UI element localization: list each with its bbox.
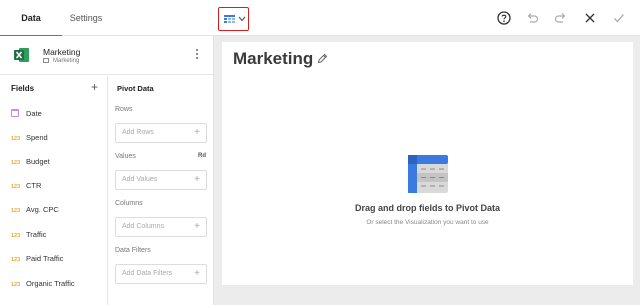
fields-title: Fields	[11, 84, 35, 93]
data-filters-label: Data Filters	[115, 247, 151, 254]
datasource-header[interactable]: Marketing Marketing	[0, 36, 213, 75]
close-icon[interactable]	[583, 11, 597, 25]
undo-icon[interactable]	[525, 11, 539, 25]
number-type-icon: 123	[11, 208, 21, 214]
field-item-spend[interactable]: 123 Spend	[11, 131, 103, 145]
datasource-sheet: Marketing	[43, 58, 79, 64]
number-type-icon: 123	[11, 282, 21, 288]
plus-icon: +	[194, 221, 200, 232]
add-values-dropzone[interactable]: Add Values +	[115, 170, 207, 190]
chevron-down-icon	[238, 16, 246, 22]
visualization-picker-button[interactable]	[218, 7, 249, 31]
pencil-icon[interactable]	[317, 53, 328, 64]
empty-state-title: Drag and drop fields to Pivot Data	[354, 203, 500, 213]
add-columns-dropzone[interactable]: Add Columns +	[115, 217, 207, 237]
values-badge[interactable]: Rd	[198, 153, 206, 159]
plus-icon: +	[194, 174, 200, 185]
top-toolbar: Data Settings	[0, 0, 640, 37]
plus-icon: +	[194, 127, 200, 138]
field-item-date[interactable]: Date	[11, 107, 103, 121]
field-item-avg-cpc[interactable]: 123 Avg. CPC	[11, 203, 103, 217]
redo-icon[interactable]	[554, 11, 568, 25]
rows-label: Rows	[115, 106, 133, 113]
sheet-icon	[43, 58, 49, 63]
data-sidebar: Marketing Marketing Fields + Date 123 Spe…	[0, 36, 214, 305]
pivot-table-icon	[408, 155, 448, 193]
values-label: Values	[115, 153, 136, 160]
datasource-name: Marketing	[43, 47, 81, 57]
field-item-budget[interactable]: 123 Budget	[11, 155, 103, 169]
number-type-icon: 123	[11, 233, 21, 239]
number-type-icon: 123	[11, 160, 21, 166]
number-type-icon: 123	[11, 184, 21, 190]
field-item-paid-traffic[interactable]: 123 Paid Traffic	[11, 252, 103, 266]
add-data-filters-dropzone[interactable]: Add Data Filters +	[115, 264, 207, 284]
field-item-organic-traffic[interactable]: 123 Organic Traffic	[11, 277, 103, 291]
tab-data[interactable]: Data	[0, 0, 62, 37]
field-item-ctr[interactable]: 123 CTR	[11, 179, 103, 193]
help-circle-icon[interactable]	[497, 11, 511, 25]
number-type-icon: 123	[11, 257, 21, 263]
datasource-sheet-name: Marketing	[53, 58, 80, 64]
calendar-icon	[11, 109, 19, 117]
grid-table-icon	[224, 15, 235, 23]
empty-state-subtitle: Or select the Visualization you want to …	[366, 219, 489, 226]
pivot-panel: Pivot Data Rows Add Rows + Values Rd Add …	[109, 76, 213, 305]
fields-panel: Fields + Date 123 Spend 123 Budget 123 CTR …	[0, 76, 108, 305]
pivot-title: Pivot Data	[117, 84, 154, 93]
visualization-title[interactable]: Marketing	[233, 49, 313, 69]
check-icon[interactable]	[612, 11, 626, 25]
excel-icon	[14, 48, 29, 62]
kebab-menu-icon[interactable]	[193, 48, 201, 62]
tab-settings[interactable]: Settings	[62, 0, 110, 36]
field-item-traffic[interactable]: 123 Traffic	[11, 228, 103, 242]
number-type-icon: 123	[11, 136, 21, 142]
plus-icon: +	[194, 268, 200, 279]
columns-label: Columns	[115, 200, 143, 207]
add-rows-dropzone[interactable]: Add Rows +	[115, 123, 207, 143]
add-field-button[interactable]: +	[91, 81, 98, 93]
